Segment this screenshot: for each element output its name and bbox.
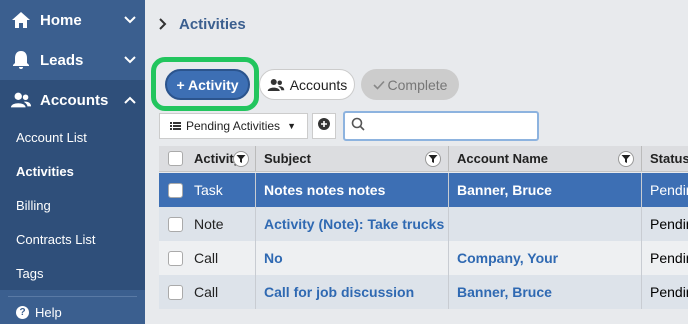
filter-funnel-icon[interactable] — [425, 151, 441, 167]
activity-type: Call — [194, 250, 219, 266]
subject-link[interactable]: Notes notes notes — [264, 182, 385, 198]
filter-funnel-icon[interactable] — [618, 151, 634, 167]
breadcrumb-current[interactable]: Activities — [179, 16, 246, 33]
row-checkbox-cell — [159, 207, 191, 241]
add-filter-button[interactable] — [312, 113, 336, 139]
complete-button[interactable]: Complete — [361, 69, 459, 100]
subject-cell: Notes notes notes — [255, 173, 448, 207]
row-checkbox[interactable] — [167, 250, 183, 266]
row-checkbox-cell — [159, 241, 191, 275]
status-cell: Pending — [641, 173, 688, 207]
users-icon — [267, 78, 285, 92]
sidebar-divider — [8, 296, 137, 297]
accounts-submenu: Account List Activities Billing Contract… — [0, 120, 145, 290]
chevron-up-icon[interactable] — [123, 96, 137, 104]
caret-down-icon: ▼ — [287, 121, 296, 131]
accounts-button[interactable]: Accounts — [259, 69, 355, 100]
search-box[interactable] — [343, 111, 539, 141]
activity-filter-select[interactable]: Pending Activities ▼ — [159, 113, 308, 139]
home-icon — [10, 10, 32, 30]
search-icon — [351, 117, 365, 136]
main-content: Activities + Activity Accounts Complete … — [145, 0, 688, 324]
table-header: Activity Subject Account Name Status — [159, 146, 688, 172]
account-cell — [448, 207, 641, 241]
sidebar: Home Leads Accounts Account List Activit… — [0, 0, 145, 324]
col-subject-label: Subject — [264, 151, 311, 166]
help-link[interactable]: ? Help — [0, 301, 145, 323]
nav-home[interactable]: Home — [0, 0, 145, 40]
subject-link[interactable]: Call for job discussion — [264, 284, 414, 300]
account-link[interactable]: Banner, Bruce — [457, 284, 552, 300]
table-row[interactable]: Note Activity (Note): Take trucks Pendin… — [159, 207, 688, 241]
complete-button-label: Complete — [387, 76, 448, 93]
select-all-checkbox[interactable] — [167, 151, 183, 166]
table-row[interactable]: Task Notes notes notes Banner, Bruce Pen… — [159, 173, 688, 207]
col-status-header[interactable]: Status — [641, 146, 688, 171]
nav-home-label: Home — [40, 11, 82, 29]
account-link[interactable]: Banner, Bruce — [457, 182, 552, 198]
activity-type: Note — [194, 216, 224, 232]
help-icon: ? — [16, 305, 29, 319]
status-cell: Pending — [641, 275, 688, 309]
select-all-checkbox-cell — [159, 146, 191, 171]
list-icon — [170, 121, 181, 131]
table-row[interactable]: Call No Company, Your Pending — [159, 241, 688, 275]
check-icon — [372, 80, 385, 90]
subject-cell: No — [255, 241, 448, 275]
subject-link[interactable]: No — [264, 250, 283, 266]
nav-leads[interactable]: Leads — [0, 40, 145, 80]
plus-circle-icon — [318, 117, 330, 135]
row-checkbox[interactable] — [167, 284, 183, 300]
activity-filter-value: Pending Activities — [186, 119, 281, 133]
chevron-down-icon[interactable] — [123, 56, 137, 64]
col-subject-header[interactable]: Subject — [255, 146, 448, 171]
subject-cell: Call for job discussion — [255, 275, 448, 309]
nav-accounts[interactable]: Accounts — [0, 80, 145, 120]
add-activity-button[interactable]: + Activity — [165, 69, 250, 100]
status-cell: Pending — [641, 241, 688, 275]
sidebar-item-contracts-list[interactable]: Contracts List — [0, 222, 145, 256]
bell-icon — [10, 50, 32, 70]
nav-leads-label: Leads — [40, 51, 84, 69]
account-cell: Banner, Bruce — [448, 275, 641, 309]
activity-type: Task — [194, 182, 223, 198]
users-icon — [10, 90, 32, 110]
nav-accounts-label: Accounts — [40, 91, 109, 109]
chevron-right-icon — [159, 17, 167, 33]
chevron-down-icon[interactable] — [123, 16, 137, 24]
row-checkbox[interactable] — [167, 182, 183, 198]
help-label: Help — [35, 304, 62, 320]
account-cell: Company, Your — [448, 241, 641, 275]
sidebar-item-account-list[interactable]: Account List — [0, 120, 145, 154]
sidebar-item-tags[interactable]: Tags — [0, 256, 145, 290]
col-account-header[interactable]: Account Name — [448, 146, 641, 171]
sidebar-item-activities[interactable]: Activities — [0, 154, 145, 188]
row-checkbox[interactable] — [167, 216, 183, 232]
col-account-label: Account Name — [457, 151, 549, 166]
filter-funnel-icon[interactable] — [233, 151, 249, 167]
sidebar-item-billing[interactable]: Billing — [0, 188, 145, 222]
row-checkbox-cell — [159, 173, 191, 207]
activity-type: Call — [194, 284, 219, 300]
breadcrumb: Activities — [159, 16, 246, 33]
status-cell: Pending — [641, 207, 688, 241]
search-input[interactable] — [370, 115, 534, 137]
account-cell: Banner, Bruce — [448, 173, 641, 207]
col-status-label: Status — [650, 151, 688, 166]
row-checkbox-cell — [159, 275, 191, 309]
subject-link[interactable]: Activity (Note): Take trucks — [264, 216, 444, 232]
subject-cell: Activity (Note): Take trucks — [255, 207, 448, 241]
table-row[interactable]: Call Call for job discussion Banner, Bru… — [159, 275, 688, 309]
accounts-button-label: Accounts — [289, 76, 348, 93]
account-link[interactable]: Company, Your — [457, 250, 558, 266]
